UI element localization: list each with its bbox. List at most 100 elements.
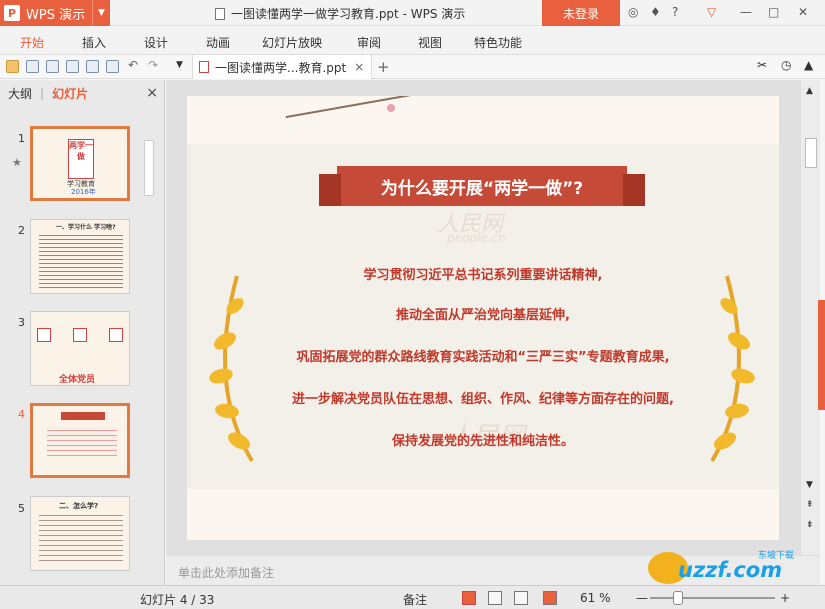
laurel-right-icon (710, 275, 755, 463)
slide-scrollbar[interactable]: ▲ ▼ ⇞ ⇟ (800, 80, 820, 555)
window-title: 一图读懂两学一做学习教育.ppt - WPS 演示 (215, 5, 465, 22)
thumb-title: 两学一做 (68, 139, 94, 179)
preview-icon[interactable] (106, 60, 119, 73)
chevron-down-icon[interactable]: ▼ (176, 60, 183, 70)
tab-slides[interactable]: 幻灯片 (52, 85, 88, 102)
thumb-text-lines (39, 232, 123, 290)
watermark: people.cn (447, 231, 506, 245)
export-icon[interactable] (46, 60, 59, 73)
scroll-down-icon[interactable]: ▼ (806, 480, 813, 490)
thumb-box (73, 328, 87, 342)
slide-bottom-decoration (187, 489, 779, 540)
current-slide[interactable]: 为什么要开展“两学一做”? 人民网 people.cn 人民网 学习贯彻习近平总… (187, 96, 779, 540)
blossom-decoration (387, 104, 395, 112)
document-tab[interactable]: 一图读懂两学...教育.ppt × (192, 55, 372, 79)
thumb-number: 5 (18, 502, 25, 515)
history-icon[interactable]: ◷ (781, 58, 791, 72)
slide-counter: 幻灯片 4 / 33 (140, 593, 215, 607)
thumb-number: 4 (18, 408, 25, 421)
slide-thumbnail-5[interactable]: 二、怎么学? (30, 496, 130, 571)
play-icon[interactable] (543, 591, 557, 605)
close-tab-icon[interactable]: × (354, 60, 364, 74)
collapse-icon[interactable]: ▲ (804, 58, 813, 72)
tab-outline[interactable]: 大纲 (8, 85, 32, 102)
wps-logo-icon: P (4, 5, 20, 21)
thumb-title: 全体党员 (59, 375, 96, 385)
site-cn-name: 东坡下载 (758, 551, 795, 561)
ribbon-menu: 开始 插入 设计 动画 幻灯片放映 审阅 视图 特色功能 (0, 27, 825, 55)
side-panel-handle[interactable] (818, 300, 825, 410)
wps-menu-button[interactable]: P WPS 演示 ▼ (0, 0, 110, 26)
menu-view[interactable]: 视图 (418, 34, 442, 51)
thumb-box (109, 328, 123, 342)
undo-icon[interactable]: ↶ (128, 58, 138, 72)
chevron-down-icon[interactable]: ▼ (92, 0, 110, 26)
thumbnail-scrollbar[interactable] (142, 118, 156, 582)
thumb-number: 2 (18, 224, 25, 237)
thumb-text-lines (47, 426, 117, 456)
scroll-up-icon[interactable]: ▲ (806, 86, 813, 96)
save-icon[interactable] (26, 60, 39, 73)
thumb-number: 3 (18, 316, 25, 329)
notes-button[interactable]: 备注 (403, 591, 427, 608)
open-icon[interactable] (6, 60, 19, 73)
menu-animation[interactable]: 动画 (206, 34, 230, 51)
app-name: WPS 演示 (26, 7, 86, 23)
slide-line-2: 推动全面从严治党向基层延伸, (396, 308, 570, 323)
slide-heading: 为什么要开展“两学一做”? (319, 166, 645, 206)
thumb-number: 1 (18, 132, 25, 145)
document-icon (215, 8, 225, 20)
slide-thumbnail-4[interactable] (30, 403, 130, 478)
help-icon[interactable]: ? (672, 5, 678, 19)
close-pane-icon[interactable]: × (146, 85, 158, 101)
skin-icon[interactable]: ◎ (628, 5, 638, 19)
zoom-slider[interactable] (650, 597, 775, 599)
reading-view-icon[interactable] (514, 591, 528, 605)
site-name: uzzf.com (678, 558, 783, 582)
thumb-title: 二、怎么学? (59, 502, 99, 510)
scrollbar-thumb[interactable] (144, 140, 154, 196)
scrollbar-thumb[interactable] (805, 138, 817, 168)
site-watermark-logo: uzzf.com 东坡下载 (648, 548, 823, 586)
slide-thumbnail-3[interactable]: 全体党员 (30, 311, 130, 386)
title-bar: P WPS 演示 ▼ 一图读懂两学一做学习教育.ppt - WPS 演示 未登录… (0, 0, 825, 26)
slide-line-3: 巩固拓展党的群众路线教育实践活动和“三严三实”专题教育成果, (296, 350, 670, 365)
next-slide-icon[interactable]: ⇟ (806, 520, 814, 530)
zoom-in-button[interactable]: + (780, 591, 790, 605)
copy-icon[interactable] (86, 60, 99, 73)
menu-design[interactable]: 设计 (144, 34, 168, 51)
menu-start[interactable]: 开始 (20, 34, 44, 51)
thumb-title: 一、学习什么 学习啥? (56, 224, 116, 231)
menu-insert[interactable]: 插入 (82, 34, 106, 51)
slide-thumbnail-1[interactable]: 两学一做 学习教育 2016年 (30, 126, 130, 201)
ppt-icon (199, 61, 209, 73)
slide-top-decoration (187, 96, 779, 144)
menu-review[interactable]: 审阅 (357, 34, 381, 51)
thumb-box (37, 328, 51, 342)
menu-slideshow[interactable]: 幻灯片放映 (262, 34, 322, 51)
redo-icon[interactable]: ↷ (148, 58, 158, 72)
slide-line-4: 进一步解决党员队伍在思想、组织、作风、纪律等方面存在的问题, (292, 392, 674, 407)
document-tab-label: 一图读懂两学...教育.ppt (215, 60, 347, 75)
new-tab-button[interactable]: + (377, 58, 390, 76)
slide-thumbnail-2[interactable]: 一、学习什么 学习啥? (30, 219, 130, 294)
slide-line-5: 保持发展党的先进性和纯洁性。 (391, 434, 574, 449)
download-icon[interactable]: ▽ (707, 5, 716, 19)
zoom-level: 61 % (580, 591, 611, 605)
zoom-slider-knob[interactable] (673, 591, 683, 605)
shirt-icon[interactable]: ♦ (650, 5, 661, 19)
normal-view-icon[interactable] (462, 591, 476, 605)
thumb-year: 2016年 (71, 188, 96, 196)
tab-separator: | (40, 86, 45, 100)
login-button[interactable]: 未登录 (542, 0, 620, 26)
menu-features[interactable]: 特色功能 (474, 34, 522, 51)
sorter-view-icon[interactable] (488, 591, 502, 605)
slide-line-1: 学习贯彻习近平总书记系列重要讲话精神, (363, 268, 603, 283)
close-icon[interactable]: ✕ (798, 5, 808, 19)
tool-icon[interactable]: ✂ (757, 58, 767, 72)
prev-slide-icon[interactable]: ⇞ (806, 500, 814, 510)
print-icon[interactable] (66, 60, 79, 73)
maximize-icon[interactable]: □ (768, 5, 779, 19)
minimize-icon[interactable]: — (740, 5, 752, 19)
zoom-out-button[interactable]: — (636, 591, 648, 605)
